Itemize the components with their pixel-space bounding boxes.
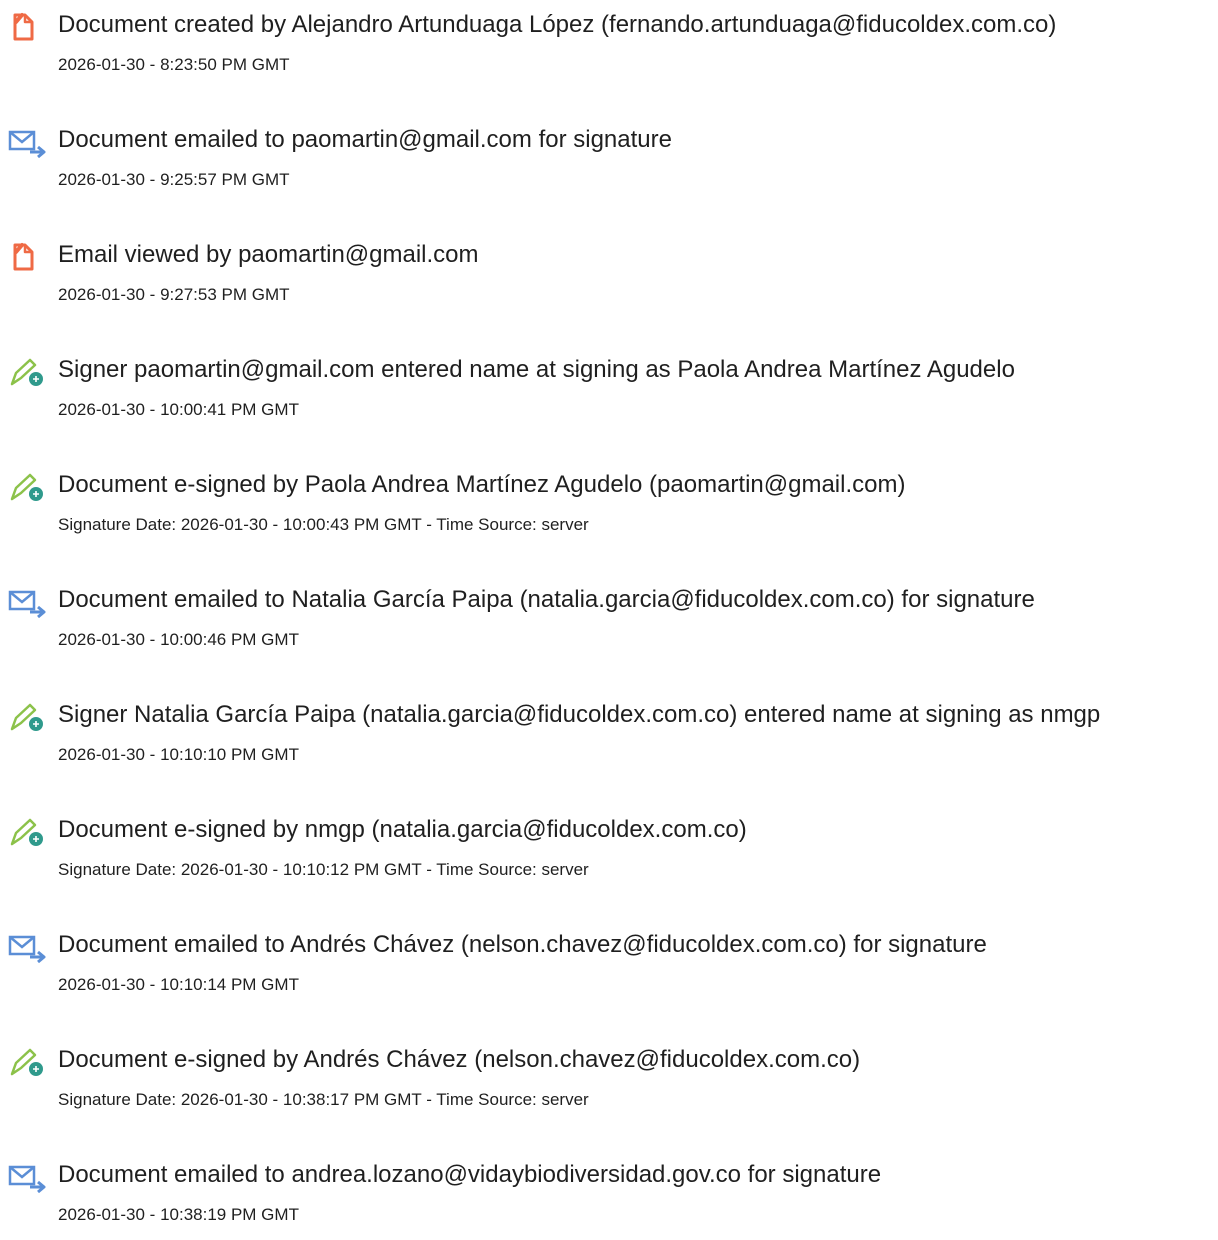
event-timestamp: 2026-01-30 - 10:00:46 PM GMT [58,630,299,649]
event-title: Document e-signed by Paola Andrea Martín… [58,471,906,498]
audit-event: Signer Natalia García Paipa (natalia.gar… [8,700,1213,780]
event-title: Document emailed to Andrés Chávez (nelso… [58,931,987,958]
e-sign-icon [8,1046,48,1078]
document-viewed-icon [8,241,48,273]
event-timestamp: Signature Date: 2026-01-30 - 10:10:12 PM… [58,860,589,879]
audit-event: Document e-signed by Paola Andrea Martín… [8,470,1213,550]
email-sent-icon [8,586,48,618]
event-title: Document e-signed by Andrés Chávez (nels… [58,1046,861,1073]
event-timestamp: 2026-01-30 - 8:23:50 PM GMT [58,55,290,74]
event-timestamp: 2026-01-30 - 9:27:53 PM GMT [58,285,290,304]
audit-event: Signer paomartin@gmail.com entered name … [8,355,1213,435]
event-title: Signer paomartin@gmail.com entered name … [58,356,1015,383]
e-sign-icon [8,356,48,388]
event-title: Document emailed to Natalia García Paipa… [58,586,1035,613]
event-timestamp: 2026-01-30 - 10:38:19 PM GMT [58,1205,299,1224]
email-sent-icon [8,931,48,963]
audit-event: Document emailed to Natalia García Paipa… [8,585,1213,665]
event-title: Document e-signed by nmgp (natalia.garci… [58,816,747,843]
audit-event: Document e-signed by Andrés Chávez (nels… [8,1045,1213,1125]
event-title: Signer Natalia García Paipa (natalia.gar… [58,701,1101,728]
email-sent-icon [8,126,48,158]
event-timestamp: 2026-01-30 - 10:00:41 PM GMT [58,400,299,419]
event-timestamp: 2026-01-30 - 10:10:14 PM GMT [58,975,299,994]
audit-event: Email viewed by paomartin@gmail.com 2026… [8,240,1213,320]
event-title: Document emailed to andrea.lozano@vidayb… [58,1161,882,1188]
audit-event: Document created by Alejandro Artunduaga… [8,10,1213,90]
email-sent-icon [8,1161,48,1193]
audit-event: Document e-signed by nmgp (natalia.garci… [8,815,1213,895]
event-title: Email viewed by paomartin@gmail.com [58,241,479,268]
event-timestamp: Signature Date: 2026-01-30 - 10:00:43 PM… [58,515,589,534]
e-sign-icon [8,701,48,733]
event-timestamp: 2026-01-30 - 10:10:10 PM GMT [58,745,299,764]
event-timestamp: Signature Date: 2026-01-30 - 10:38:17 PM… [58,1090,589,1109]
e-sign-icon [8,816,48,848]
audit-event: Document emailed to Andrés Chávez (nelso… [8,930,1213,1010]
event-timestamp: 2026-01-30 - 9:25:57 PM GMT [58,170,290,189]
event-title: Document created by Alejandro Artunduaga… [58,11,1057,38]
audit-event: Document emailed to paomartin@gmail.com … [8,125,1213,205]
event-title: Document emailed to paomartin@gmail.com … [58,126,672,153]
e-sign-icon [8,471,48,503]
audit-event: Document emailed to andrea.lozano@vidayb… [8,1160,1213,1240]
document-created-icon [8,11,48,43]
